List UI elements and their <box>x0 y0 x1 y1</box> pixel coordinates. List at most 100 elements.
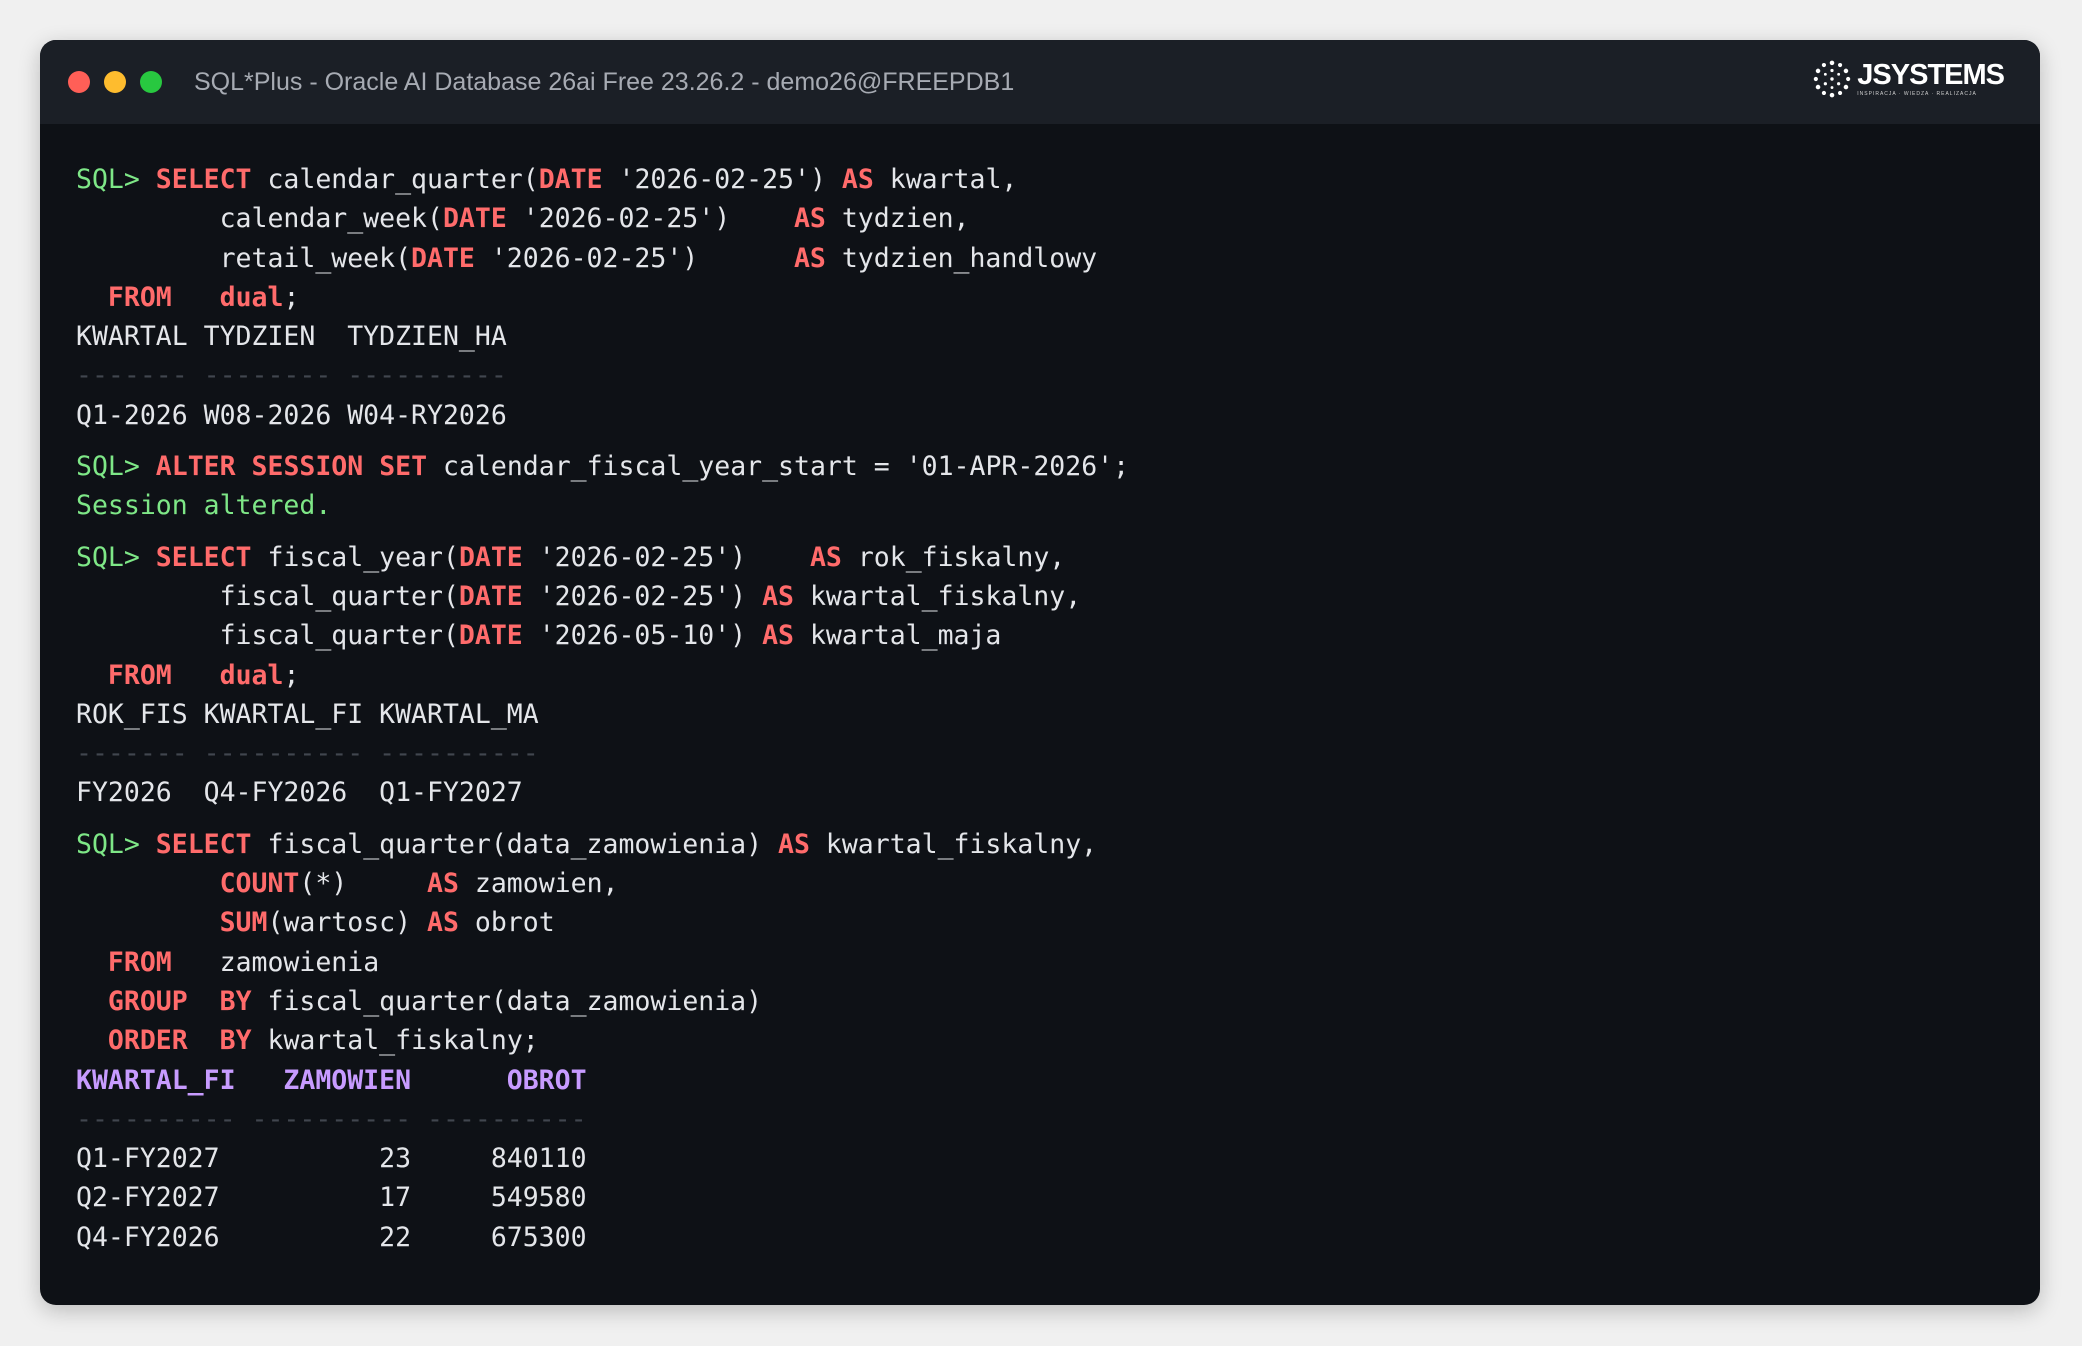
sql-command-line: FROM dual; <box>76 278 2004 317</box>
sql-keyword: ORDER <box>107 1025 188 1057</box>
result-row: FY2026 Q4-FY2026 Q1-FY2027 <box>76 777 523 809</box>
sql-text: fiscal_quarter(data_zamowienia) <box>251 985 763 1017</box>
sql-text: fiscal_quarter( <box>76 620 459 652</box>
sql-keyword: dual <box>219 281 284 313</box>
sql-text: '2026-02-25') <box>506 203 794 235</box>
sql-keyword: SUM <box>219 907 268 939</box>
sql-keyword: DATE <box>458 580 523 612</box>
jsystems-logo: JSYSTEMS INSPIRACJA · WIEDZA · REALIZACJ… <box>1813 59 2005 98</box>
sql-command-line: COUNT(*) AS zamowien, <box>76 864 2004 903</box>
sql-text: kwartal_fiskalny, <box>793 580 1082 612</box>
result-separator: ------- -------- ---------- <box>76 360 507 392</box>
minimize-window-button[interactable] <box>104 71 126 93</box>
sql-text: retail_week( <box>76 242 412 274</box>
sql-command-line: SUM(wartosc) AS obrot <box>76 903 2004 942</box>
sql-keyword: SELECT <box>155 164 252 195</box>
sql-keyword: AS <box>427 868 459 900</box>
sql-text: '2026-02-25') <box>602 164 842 195</box>
sql-keyword: AS <box>778 828 810 860</box>
sql-command-line: fiscal_quarter(DATE '2026-05-10') AS kwa… <box>76 616 2004 655</box>
sql-keyword: AS <box>762 620 794 652</box>
result-row: Q2-FY2027 17 549580 <box>76 1182 587 1214</box>
sql-text: '2026-05-10') <box>522 620 763 652</box>
sql-text: kwartal, <box>873 164 1018 195</box>
sql-keyword: FROM <box>107 659 172 691</box>
sql-text: calendar_week( <box>76 203 443 235</box>
sql-text: obrot <box>458 907 555 939</box>
sql-keyword: DATE <box>458 541 523 573</box>
sql-text: (wartosc) <box>267 907 428 939</box>
sql-text: fiscal_quarter(data_zamowienia) <box>251 828 779 860</box>
sql-text: kwartal_fiskalny, <box>809 828 1098 860</box>
window-title: SQL*Plus - Oracle AI Database 26ai Free … <box>194 67 1015 96</box>
sql-keyword: COUNT <box>219 868 300 900</box>
sql-keyword: AS <box>793 242 826 274</box>
result-row: Q4-FY2026 22 675300 <box>76 1221 587 1253</box>
sql-keyword: AS <box>809 541 842 573</box>
close-window-button[interactable] <box>68 71 90 93</box>
sql-keyword: SET <box>379 451 428 483</box>
result-header: KWARTAL_FI ZAMOWIEN OBROT <box>76 1064 587 1096</box>
sql-keyword: AS <box>793 203 826 235</box>
sql-text: zamowien, <box>458 868 619 900</box>
result-separator: ------- ---------- ---------- <box>76 738 539 770</box>
sql-keyword: SELECT <box>155 541 252 573</box>
result-header: ROK_FIS KWARTAL_FI KWARTAL_MA <box>76 698 539 730</box>
sql-text: fiscal_quarter( <box>76 580 459 612</box>
sql-keyword: SESSION <box>251 451 364 483</box>
sql-text: (*) <box>299 868 428 900</box>
sql-text: fiscal_year( <box>251 541 459 573</box>
console-output[interactable]: SQL> SELECT calendar_quarter(DATE '2026-… <box>40 124 2040 1257</box>
sql-text: kwartal_fiskalny; <box>251 1025 539 1057</box>
sql-text: calendar_fiscal_year_start = '01-APR-202… <box>427 451 1130 483</box>
title-bar: SQL*Plus - Oracle AI Database 26ai Free … <box>40 40 2040 124</box>
sql-prompt: SQL> <box>76 451 156 483</box>
sql-keyword: DATE <box>538 164 603 195</box>
sql-text: rok_fiskalny, <box>841 541 1066 573</box>
sql-text: tydzien, <box>825 203 970 235</box>
result-separator: ---------- ---------- ---------- <box>76 1103 587 1135</box>
sql-command-line: GROUP BY fiscal_quarter(data_zamowienia) <box>76 982 2004 1021</box>
sql-keyword: DATE <box>458 620 523 652</box>
sql-text: '2026-02-25') <box>474 242 794 274</box>
sql-command-line: FROM dual; <box>76 656 2004 695</box>
sql-command-line: calendar_week(DATE '2026-02-25') AS tydz… <box>76 199 2004 238</box>
sql-keyword: AS <box>427 907 459 939</box>
logo-name: JSYSTEMS <box>1857 59 2005 91</box>
sql-prompt: SQL> <box>76 164 156 195</box>
result-row: Q1-FY2027 23 840110 <box>76 1143 587 1175</box>
sql-keyword: ALTER <box>155 451 236 483</box>
sql-keyword: DATE <box>411 242 475 274</box>
sql-text: calendar_quarter( <box>251 164 539 195</box>
sql-text: '2026-02-25') <box>522 580 763 612</box>
sql-keyword: GROUP <box>107 985 188 1017</box>
jsystems-logo-icon <box>1814 60 1851 98</box>
sql-keyword: SELECT <box>155 828 252 860</box>
result-row: Q1-2026 W08-2026 W04-RY2026 <box>76 399 507 431</box>
sql-command-line: fiscal_quarter(DATE '2026-02-25') AS kwa… <box>76 577 2004 616</box>
terminal-window: SQL*Plus - Oracle AI Database 26ai Free … <box>40 40 2040 1305</box>
logo-tagline: INSPIRACJA · WIEDZA · REALIZACJA <box>1857 91 1977 97</box>
maximize-window-button[interactable] <box>140 71 162 93</box>
sql-command-line: ORDER BY kwartal_fiskalny; <box>76 1021 2004 1060</box>
sql-command-line: SQL> SELECT calendar_quarter(DATE '2026-… <box>76 160 2004 199</box>
sql-command-line: FROM zamowienia <box>76 943 2004 982</box>
sql-keyword: BY <box>219 1025 252 1057</box>
sql-text: ; <box>283 281 300 313</box>
sql-text: kwartal_maja <box>793 620 1002 652</box>
sql-keyword: FROM <box>107 946 172 978</box>
sql-command-line: SQL> ALTER SESSION SET calendar_fiscal_y… <box>76 447 2004 486</box>
sql-command-line: retail_week(DATE '2026-02-25') AS tydzie… <box>76 239 2004 278</box>
sql-text: '2026-02-25') <box>522 541 810 573</box>
sql-command-line: SQL> SELECT fiscal_quarter(data_zamowien… <box>76 825 2004 864</box>
